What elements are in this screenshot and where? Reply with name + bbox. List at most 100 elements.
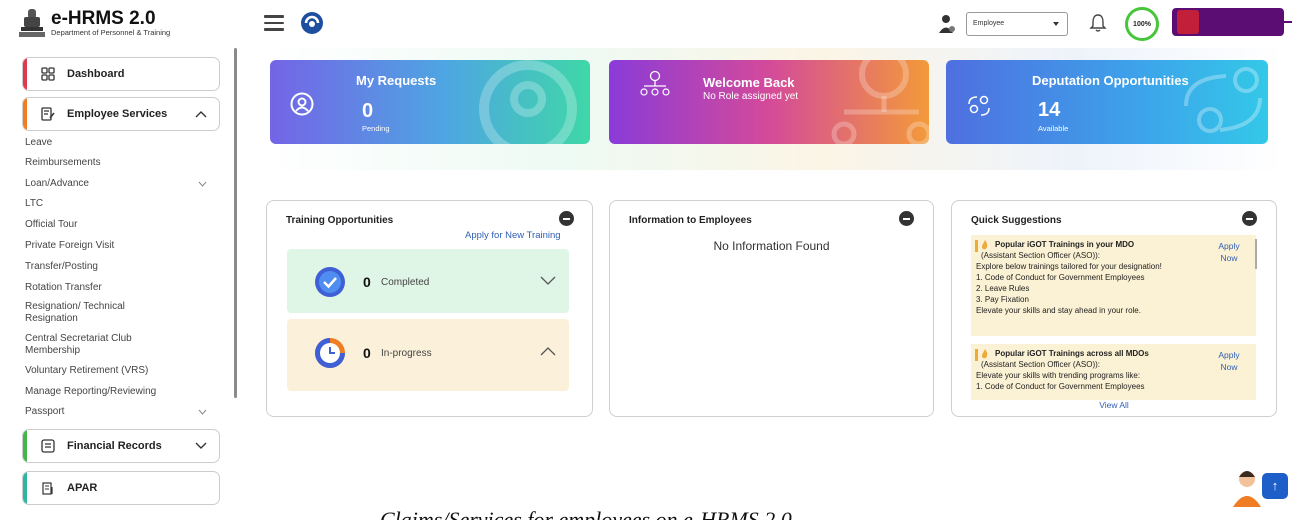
sidebar-subitem-loan-advance[interactable]: Loan/Advance bbox=[25, 178, 89, 190]
collapse-icon[interactable] bbox=[1242, 211, 1257, 226]
view-all-link[interactable]: View All bbox=[952, 400, 1276, 410]
apply-now-link[interactable]: Apply Now bbox=[1214, 240, 1244, 264]
sidebar-subitem-manage-reporting[interactable]: Manage Reporting/Reviewing bbox=[25, 386, 156, 398]
sidebar-item-label: Financial Records bbox=[67, 440, 162, 452]
chevron-down-icon bbox=[1053, 22, 1059, 26]
app-root: e-HRMS 2.0 Department of Personnel & Tra… bbox=[0, 0, 1302, 520]
sidebar-subitem-leave[interactable]: Leave bbox=[25, 137, 52, 149]
user-exchange-icon bbox=[968, 95, 990, 116]
suggestion-card: Popular iGOT Trainings across all MDOs (… bbox=[971, 344, 1256, 400]
check-circle-icon bbox=[315, 267, 345, 297]
completed-count: 0 bbox=[363, 274, 371, 290]
exchange-watermark-icon bbox=[1184, 67, 1262, 133]
sidebar-item-label: APAR bbox=[67, 482, 98, 494]
sidebar-subitem-official-tour[interactable]: Official Tour bbox=[25, 219, 77, 231]
menu-icon[interactable] bbox=[264, 15, 284, 31]
figure-caption: Claims/Services for employees on e-HRMS … bbox=[380, 507, 792, 520]
sidebar-item-financial-records[interactable]: Financial Records bbox=[22, 429, 220, 463]
sidebar-item-label: Dashboard bbox=[67, 68, 125, 80]
panel-title: Information to Employees bbox=[629, 215, 752, 226]
highlight-bar bbox=[975, 349, 978, 361]
flame-icon bbox=[982, 349, 988, 359]
bell-icon[interactable] bbox=[1089, 13, 1107, 33]
apply-new-training-link[interactable]: Apply for New Training bbox=[465, 230, 561, 241]
suggestions-scrollbar[interactable] bbox=[1255, 239, 1257, 269]
sidebar-subitem-transfer-posting[interactable]: Transfer/Posting bbox=[25, 261, 98, 273]
welcome-subtitle: No Role assigned yet bbox=[703, 91, 799, 102]
user-watermark-icon bbox=[479, 60, 577, 144]
brand-title: e-HRMS 2.0 bbox=[51, 7, 156, 29]
suggestion-line: Explore below trainings tailored for you… bbox=[976, 262, 1162, 271]
suggestion-heading: Popular iGOT Trainings in your MDO bbox=[995, 240, 1135, 249]
sidebar-subitem-rotation-transfer[interactable]: Rotation Transfer bbox=[25, 282, 102, 294]
summary-banner: My Requests 0 Pending Welcome Back No Ro… bbox=[256, 48, 1284, 170]
collapse-icon[interactable] bbox=[559, 211, 574, 226]
national-emblem-icon bbox=[19, 9, 45, 37]
hierarchy-watermark-icon bbox=[831, 60, 929, 144]
suggestion-line: 3. Pay Fixation bbox=[976, 295, 1029, 304]
avatar bbox=[1177, 10, 1199, 34]
brand-logo[interactable]: e-HRMS 2.0 Department of Personnel & Tra… bbox=[17, 7, 170, 39]
in-progress-trainings[interactable]: 0 In-progress bbox=[287, 319, 569, 391]
apply-now-link[interactable]: Apply Now bbox=[1214, 349, 1244, 373]
accent-bar bbox=[23, 58, 27, 90]
chevron-up-icon[interactable] bbox=[540, 346, 556, 356]
role-select-value: Employee bbox=[973, 20, 1005, 27]
sidebar-item-apar[interactable]: APAR bbox=[22, 471, 220, 505]
user-profile-menu[interactable] bbox=[1172, 8, 1292, 36]
sidebar-subitem-reimbursements[interactable]: Reimbursements bbox=[25, 157, 101, 169]
panel-title: Quick Suggestions bbox=[971, 215, 1062, 226]
sidebar-scrollbar[interactable] bbox=[234, 48, 237, 398]
sidebar-subitem-resignation[interactable]: Resignation/ Technical Resignation bbox=[25, 301, 175, 325]
in-progress-label: In-progress bbox=[381, 348, 432, 359]
quick-suggestions-panel: Quick Suggestions Popular iGOT Trainings… bbox=[951, 200, 1277, 417]
chevron-down-icon[interactable] bbox=[198, 409, 207, 415]
suggestion-line: Elevate your skills and stay ahead in yo… bbox=[976, 306, 1141, 315]
sidebar-subitem-club-membership[interactable]: Central Secretariat Club Membership bbox=[25, 333, 175, 357]
empty-state-text: No Information Found bbox=[713, 239, 830, 253]
suggestion-line: 1. Code of Conduct for Government Employ… bbox=[976, 273, 1145, 282]
profile-progress[interactable]: 100% bbox=[1125, 7, 1159, 41]
top-bar: e-HRMS 2.0 Department of Personnel & Tra… bbox=[0, 0, 1302, 48]
building-report-icon bbox=[42, 482, 53, 495]
deputation-card[interactable]: Deputation Opportunities 14 Available bbox=[946, 60, 1268, 144]
sidebar-subitem-private-foreign-visit[interactable]: Private Foreign Visit bbox=[25, 240, 114, 252]
receipt-icon bbox=[41, 439, 55, 453]
sidebar-item-dashboard[interactable]: Dashboard bbox=[22, 57, 220, 91]
edit-document-icon bbox=[41, 107, 55, 121]
suggestion-line: 2. Leave Rules bbox=[976, 284, 1030, 293]
training-opportunities-panel: Training Opportunities Apply for New Tra… bbox=[266, 200, 593, 417]
information-panel: Information to Employees No Information … bbox=[609, 200, 934, 417]
assistant-avatar-icon[interactable] bbox=[1230, 467, 1264, 507]
chevron-down-icon[interactable] bbox=[540, 276, 556, 286]
my-requests-label: Pending bbox=[362, 124, 390, 133]
accent-bar bbox=[23, 472, 27, 504]
clock-progress-icon bbox=[315, 338, 345, 368]
sidebar-item-employee-services[interactable]: Employee Services bbox=[22, 97, 220, 131]
sidebar-subitem-vrs[interactable]: Voluntary Retirement (VRS) bbox=[25, 365, 148, 377]
sidebar: Dashboard Employee Services Leave Reimbu… bbox=[0, 48, 240, 520]
sidebar-subitem-passport[interactable]: Passport bbox=[25, 406, 64, 418]
suggestion-line: Elevate your skills with trending progra… bbox=[976, 371, 1141, 380]
deputation-label: Available bbox=[1038, 124, 1069, 133]
sidebar-subitem-ltc[interactable]: LTC bbox=[25, 198, 43, 210]
chevron-down-icon bbox=[195, 442, 207, 449]
scroll-to-top-button[interactable]: ↑ bbox=[1262, 473, 1288, 499]
profile-progress-value: 100% bbox=[1133, 20, 1151, 28]
completed-trainings[interactable]: 0 Completed bbox=[287, 249, 569, 313]
suggestion-designation: (Assistant Section Officer (ASO)): bbox=[981, 251, 1100, 260]
my-requests-count: 0 bbox=[362, 100, 374, 122]
my-requests-card[interactable]: My Requests 0 Pending bbox=[270, 60, 590, 144]
panel-title: Training Opportunities bbox=[286, 215, 394, 226]
collapse-icon[interactable] bbox=[899, 211, 914, 226]
my-requests-title: My Requests bbox=[356, 73, 437, 88]
suggestion-designation: (Assistant Section Officer (ASO)): bbox=[981, 360, 1100, 369]
deputation-title: Deputation Opportunities bbox=[1032, 73, 1189, 88]
sidebar-toggle-icon[interactable] bbox=[300, 11, 324, 35]
welcome-card: Welcome Back No Role assigned yet bbox=[609, 60, 929, 144]
completed-label: Completed bbox=[381, 277, 430, 288]
deputation-count: 14 bbox=[1038, 99, 1061, 121]
chevron-down-icon[interactable] bbox=[198, 181, 207, 187]
suggestion-line: 1. Code of Conduct for Government Employ… bbox=[976, 382, 1145, 391]
role-select[interactable]: Employee bbox=[966, 12, 1068, 36]
